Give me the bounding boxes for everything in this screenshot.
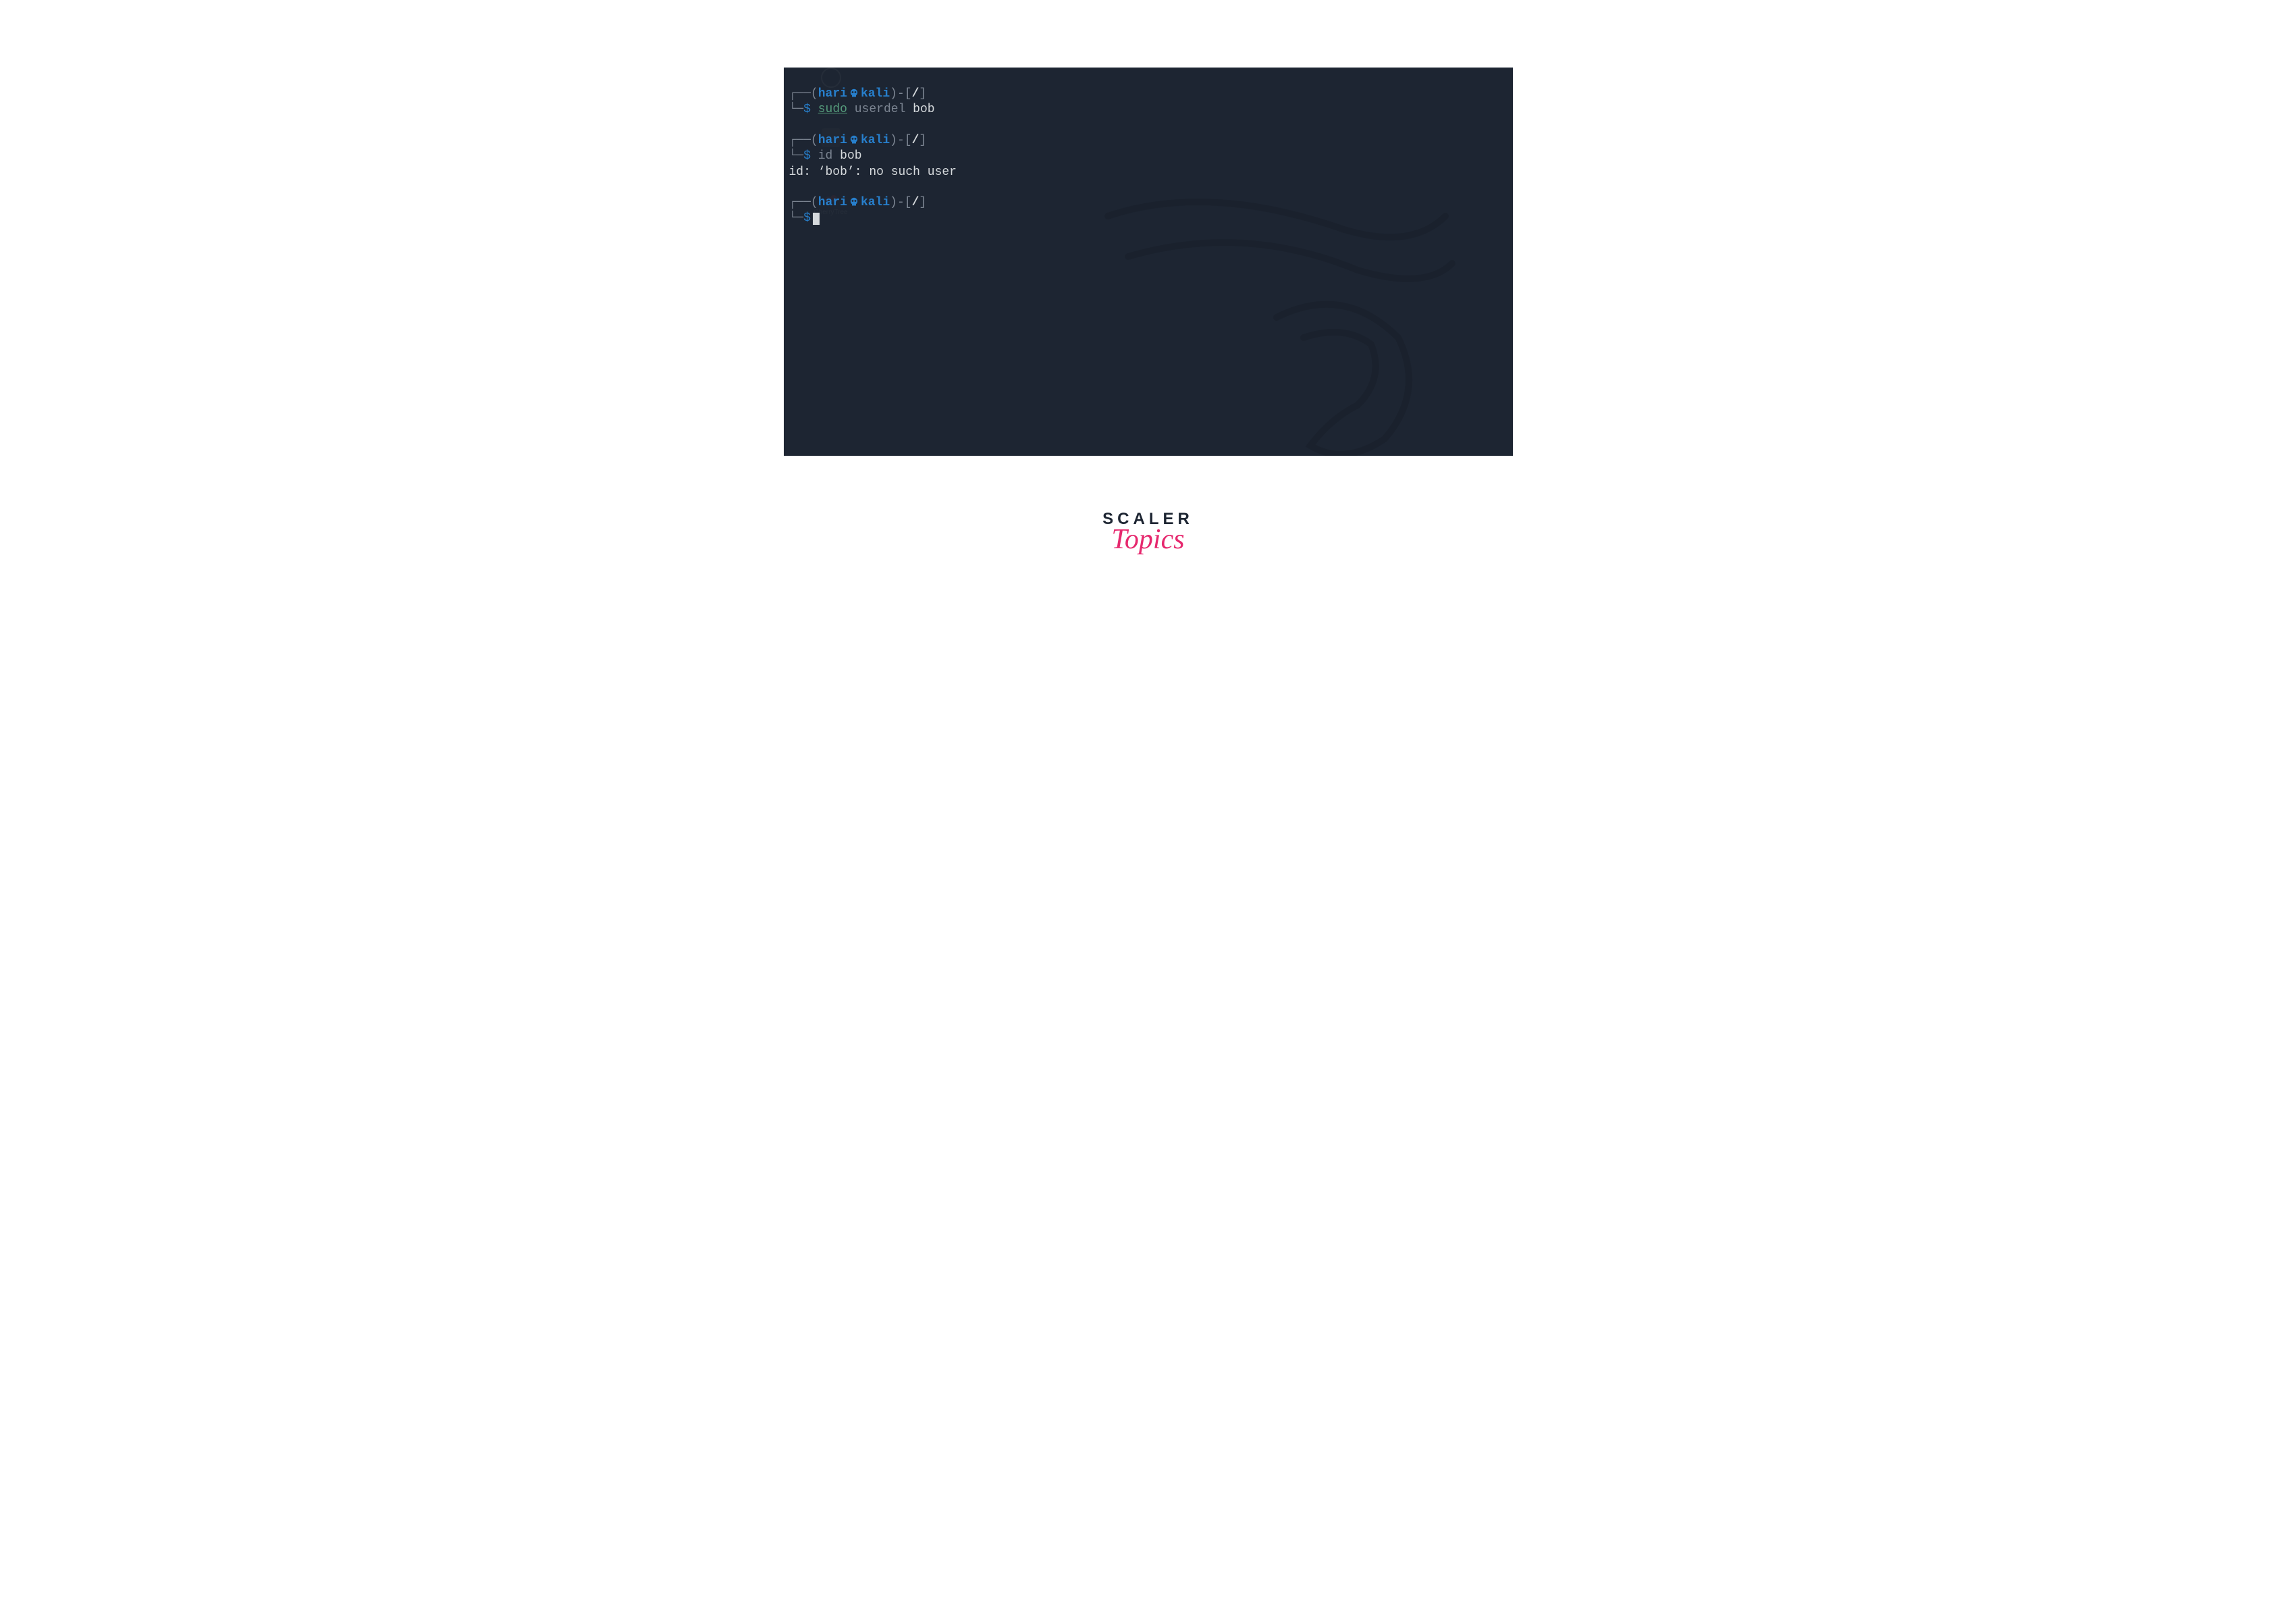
logo-topics-text: Topics [1111, 523, 1184, 556]
skull-icon [849, 134, 859, 145]
prompt-line-bottom: └─$ sudo userdel bob [789, 102, 1507, 117]
prompt-path: / [912, 134, 919, 147]
prompt-symbol: $ [803, 211, 811, 225]
prompt-block: ┌──(harikali)-[/] └─$ id bob id: ‘bob’: … [789, 133, 1507, 180]
prompt-user: hari [818, 87, 847, 101]
command-name: id [818, 149, 833, 163]
command-output: id: ‘bob’: no such user [789, 165, 1507, 180]
prompt-line-top: ┌──(harikali)-[/] [789, 195, 1507, 211]
prompt-block: ┌──(harikali)-[/] └─$ sudo userdel bob [789, 86, 1507, 118]
command-sudo: sudo [818, 103, 847, 116]
prompt-line-bottom: └─$ id bob [789, 149, 1507, 164]
prompt-path: / [912, 87, 919, 101]
command-arg: bob [832, 149, 861, 163]
prompt-host: kali [861, 134, 890, 147]
prompt-symbol: $ [803, 103, 811, 116]
command-name: userdel [847, 103, 905, 116]
skull-icon [849, 196, 859, 207]
terminal-content: ┌──(harikali)-[/] └─$ sudo userdel bob ┌… [784, 68, 1513, 261]
skull-icon [849, 88, 859, 99]
prompt-host: kali [861, 196, 890, 209]
terminal-window[interactable]: CherryTree ┌──(harikali)-[/] └─$ sudo us… [784, 68, 1513, 456]
prompt-line-top: ┌──(harikali)-[/] [789, 133, 1507, 149]
prompt-block: ┌──(harikali)-[/] └─$ [789, 195, 1507, 227]
prompt-line-top: ┌──(harikali)-[/] [789, 86, 1507, 102]
prompt-symbol: $ [803, 149, 811, 163]
scaler-topics-logo: SCALER Topics [1102, 510, 1194, 556]
command-arg: bob [905, 103, 934, 116]
terminal-cursor-icon [813, 213, 820, 225]
prompt-line-bottom[interactable]: └─$ [789, 211, 1507, 226]
prompt-user: hari [818, 134, 847, 147]
prompt-host: kali [861, 87, 890, 101]
prompt-user: hari [818, 196, 847, 209]
prompt-path: / [912, 196, 919, 209]
